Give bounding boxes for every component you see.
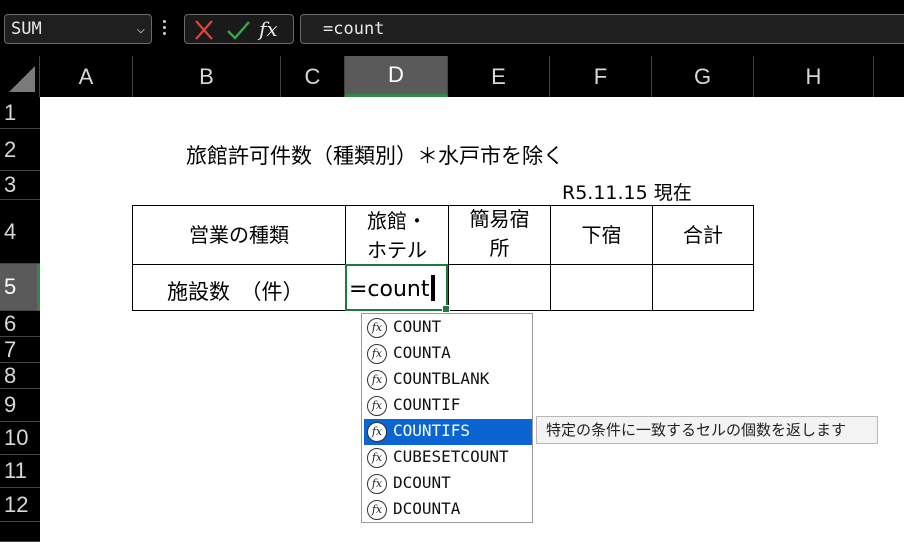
enter-check-icon[interactable] — [223, 17, 253, 43]
column-header-f[interactable]: F — [550, 56, 652, 97]
autocomplete-item-label: COUNTA — [393, 343, 451, 362]
cell-b5-label[interactable]: 施設数 （件） — [167, 276, 304, 306]
more-options-icon[interactable] — [163, 20, 167, 38]
name-box[interactable]: SUM ⌵ — [4, 14, 152, 44]
row-header-12[interactable]: 12 — [0, 488, 40, 522]
row-header-6[interactable]: 6 — [0, 311, 40, 337]
cell-d4-ryokan-line2[interactable]: ホテル — [346, 237, 448, 264]
function-tooltip: 特定の条件に一致するセルの個数を返します — [536, 416, 878, 444]
column-headers: A B C D E F G H — [0, 56, 904, 97]
text-caret — [430, 275, 435, 301]
row-header-4[interactable]: 4 — [0, 200, 40, 264]
autocomplete-item-count[interactable]: fx COUNT — [364, 315, 532, 341]
row-headers: 1 2 3 4 5 6 7 8 9 10 11 12 — [0, 97, 40, 542]
row-header-2[interactable]: 2 — [0, 129, 40, 171]
formula-bar: SUM ⌵ fx =count — [0, 0, 904, 56]
cell-e4-kan-line2[interactable]: 所 — [449, 235, 550, 262]
autocomplete-item-label: COUNTIF — [393, 395, 461, 414]
column-header-a[interactable]: A — [40, 56, 133, 97]
table-border-right — [753, 205, 754, 311]
autocomplete-item-countif[interactable]: fx COUNTIF — [364, 393, 532, 419]
insert-function-button[interactable]: fx — [259, 17, 289, 43]
row-header-7[interactable]: 7 — [0, 337, 40, 363]
table-border-col-f — [550, 205, 551, 311]
function-icon: fx — [367, 422, 387, 442]
autocomplete-item-countblank[interactable]: fx COUNTBLANK — [364, 367, 532, 393]
table-border-col-g — [652, 205, 653, 311]
autocomplete-item-label: DCOUNT — [393, 473, 451, 492]
column-header-b[interactable]: B — [133, 56, 281, 97]
column-header-h[interactable]: H — [754, 56, 874, 97]
fill-handle[interactable] — [442, 305, 450, 313]
autocomplete-item-label: DCOUNTA — [393, 499, 461, 518]
cell-edit-text: =count — [349, 275, 435, 302]
cell-b4-type[interactable]: 営業の種類 — [133, 222, 345, 249]
chevron-down-icon[interactable]: ⌵ — [137, 15, 145, 43]
column-header-g[interactable]: G — [652, 56, 754, 97]
autocomplete-item-label: CUBESETCOUNT — [393, 447, 509, 466]
autocomplete-item-label: COUNTIFS — [393, 421, 471, 440]
function-icon: fx — [367, 500, 387, 520]
active-cell-d5[interactable]: =count — [345, 264, 450, 313]
row-header-8[interactable]: 8 — [0, 363, 40, 389]
table-border-top — [132, 205, 754, 206]
function-icon: fx — [367, 474, 387, 494]
autocomplete-item-label: COUNTBLANK — [393, 369, 490, 388]
column-header-c[interactable]: C — [281, 56, 345, 97]
row-header-3[interactable]: 3 — [0, 171, 40, 200]
column-header-e[interactable]: E — [448, 56, 550, 97]
autocomplete-item-label: COUNT — [393, 317, 442, 336]
cell-e4-kan-line1[interactable]: 簡易宿 — [449, 206, 550, 233]
sheet-title[interactable]: 旅館許可件数（種類別）＊水戸市を除く — [186, 140, 564, 170]
cell-d4-ryokan-line1[interactable]: 旅館・ — [346, 208, 448, 235]
autocomplete-item-dcounta[interactable]: fx DCOUNTA — [364, 497, 532, 523]
function-icon: fx — [367, 318, 387, 338]
formula-input[interactable]: =count — [300, 14, 904, 44]
row-header-13[interactable] — [0, 522, 40, 542]
select-all-corner[interactable] — [0, 56, 40, 97]
row-header-11[interactable]: 11 — [0, 455, 40, 488]
function-icon: fx — [367, 370, 387, 390]
function-autocomplete-list: fx COUNT fx COUNTA fx COUNTBLANK fx COUN… — [361, 313, 533, 523]
column-header-d[interactable]: D — [345, 56, 448, 97]
row-header-5[interactable]: 5 — [0, 264, 40, 311]
autocomplete-item-countifs[interactable]: fx COUNTIFS — [364, 419, 532, 445]
cell-g4-total[interactable]: 合計 — [653, 222, 753, 249]
cancel-icon[interactable] — [189, 17, 219, 43]
autocomplete-item-counta[interactable]: fx COUNTA — [364, 341, 532, 367]
cell-f4-geshuku[interactable]: 下宿 — [551, 222, 652, 249]
autocomplete-item-dcount[interactable]: fx DCOUNT — [364, 471, 532, 497]
date-label[interactable]: R5.11.15 現在 — [562, 178, 692, 205]
row-header-9[interactable]: 9 — [0, 389, 40, 422]
row-header-10[interactable]: 10 — [0, 422, 40, 455]
function-icon: fx — [367, 344, 387, 364]
table-border-left — [132, 205, 133, 311]
function-icon: fx — [367, 396, 387, 416]
name-box-value: SUM — [11, 19, 42, 39]
formula-buttons: fx — [184, 14, 294, 44]
function-icon: fx — [367, 448, 387, 468]
autocomplete-item-cubesetcount[interactable]: fx CUBESETCOUNT — [364, 445, 532, 471]
row-header-1[interactable]: 1 — [0, 97, 40, 129]
